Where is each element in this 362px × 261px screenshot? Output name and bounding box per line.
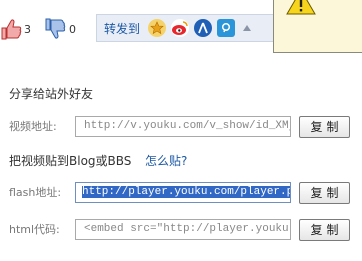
qzone-icon[interactable] [148,19,167,37]
flash-url-field[interactable]: http://player.youku.com/player.php/sid/ [75,182,291,203]
thumbs-up-icon [1,19,22,40]
html-code-field[interactable]: <embed src="http://player.youku.com/p [75,219,291,240]
copy-html-code-button[interactable]: 复制 [299,219,350,241]
html-code-label: html代码: [9,223,60,236]
warning-icon [286,0,316,15]
renren-icon[interactable] [194,19,213,37]
share-to-bar: 转发到 [96,14,274,42]
flash-url-label: flash地址: [9,186,62,199]
html-code-value: <embed src="http://player.youku.com/p [84,223,290,235]
copy-video-url-button[interactable]: 复制 [299,116,350,138]
dislike-button[interactable]: 0 [44,12,76,46]
like-count: 3 [24,22,31,36]
alert-dialog [273,0,362,53]
top-bar: 3 0 转发到 [0,0,362,62]
flash-url-value: http://player.youku.com/player.php/sid/ [82,186,290,198]
weibo-icon[interactable] [171,19,190,37]
like-button[interactable]: 3 [0,12,31,46]
video-url-field[interactable]: http://v.youku.com/v_show/id_XMjE3OT [75,116,291,137]
qq-weibo-icon[interactable] [217,19,236,37]
share-section-title: 分享给站外好友 [9,87,94,101]
triangle-up-icon[interactable] [242,21,252,35]
thumbs-down-icon [45,18,66,39]
blog-section-title: 把视频贴到Blog或BBS [9,154,132,168]
video-url-value: http://v.youku.com/v_show/id_XMjE3OT [84,120,290,132]
howto-link[interactable]: 怎么贴? [145,152,187,169]
dislike-count: 0 [69,22,76,36]
copy-flash-url-button[interactable]: 复制 [299,182,350,204]
share-to-label: 转发到 [104,21,141,36]
video-url-label: 视频地址: [9,120,57,133]
